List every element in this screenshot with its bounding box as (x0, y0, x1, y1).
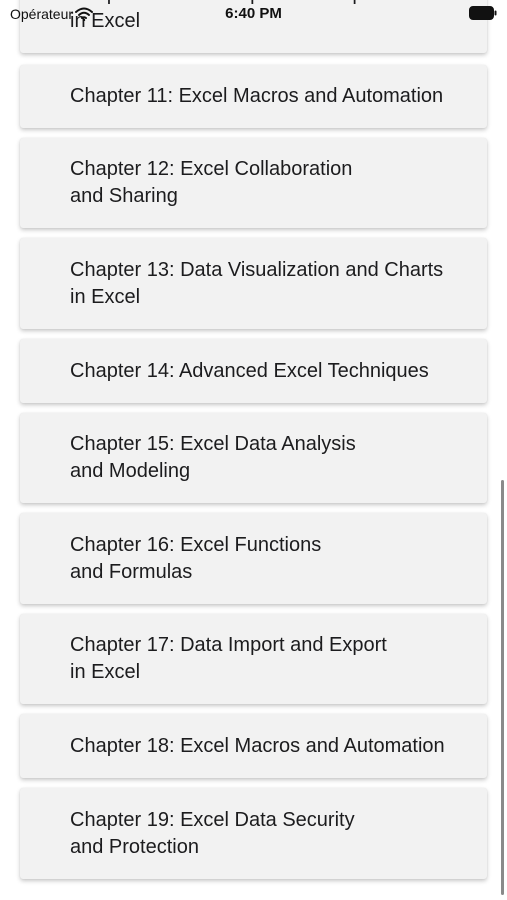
chapter-item-label: Chapter 13: Data Visualization and Chart… (70, 258, 444, 308)
status-bar: Opérateur 6:40 PM (0, 0, 507, 30)
chapter-list: Chapter 10: Data Import and Export in Ex… (0, 0, 507, 900)
chapter-item-18[interactable]: Chapter 18: Excel Macros and Automation (20, 714, 487, 778)
battery-icon (469, 6, 497, 20)
status-time: 6:40 PM (225, 5, 282, 22)
chapter-item-label: Chapter 12: Excel Collaboration and Shar… (70, 158, 353, 207)
chapter-item-label: Chapter 15: Excel Data Analysis and Mode… (70, 433, 356, 482)
chapter-item-11[interactable]: Chapter 11: Excel Macros and Automation (20, 65, 487, 128)
chapter-item-label: Chapter 19: Excel Data Security and Prot… (70, 808, 355, 858)
chapter-item-19[interactable]: Chapter 19: Excel Data Security and Prot… (20, 788, 487, 879)
chapter-item-label: Chapter 11: Excel Macros and Automation (70, 85, 444, 107)
vertical-scrollbar[interactable] (501, 480, 504, 895)
chapter-item-14[interactable]: Chapter 14: Advanced Excel Techniques (20, 339, 487, 403)
chapter-item-label: Chapter 17: Data Import and Export in Ex… (70, 634, 387, 683)
chapter-item-17[interactable]: Chapter 17: Data Import and Export in Ex… (20, 614, 487, 704)
chapter-item-label: Chapter 18: Excel Macros and Automation (70, 734, 445, 757)
chapter-item-label: Chapter 16: Excel Functions and Formulas (70, 533, 322, 583)
chapter-item-15[interactable]: Chapter 15: Excel Data Analysis and Mode… (20, 413, 487, 503)
chapter-item-label: Chapter 14: Advanced Excel Techniques (70, 359, 429, 382)
chapter-item-16[interactable]: Chapter 16: Excel Functions and Formulas (20, 513, 487, 604)
chapter-item-12[interactable]: Chapter 12: Excel Collaboration and Shar… (20, 138, 487, 228)
chapter-item-13[interactable]: Chapter 13: Data Visualization and Chart… (20, 238, 487, 329)
